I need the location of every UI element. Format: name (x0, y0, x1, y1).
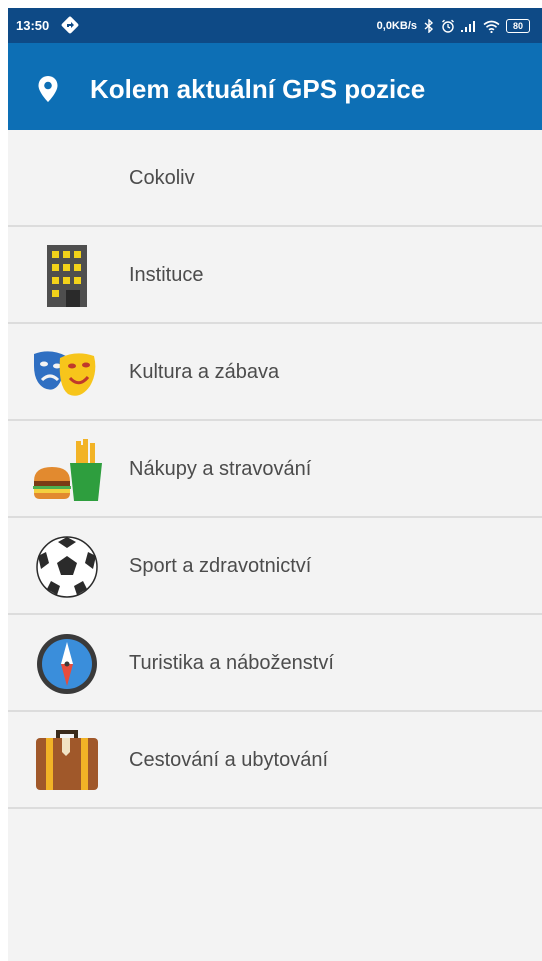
fast-food-icon (33, 439, 102, 501)
network-speed: 0,0KB/s (376, 20, 417, 32)
status-bar: 13:50 0,0KB/s 80 (8, 8, 542, 43)
category-label: Instituce (129, 264, 204, 286)
battery-icon: 80 (506, 19, 530, 33)
category-item-institutions[interactable]: Instituce (8, 227, 542, 324)
category-item-tourism-religion[interactable]: Turistika a náboženství (8, 615, 542, 712)
suitcase-icon (36, 730, 98, 790)
app-header: Kolem aktuální GPS pozice (8, 43, 542, 130)
wifi-icon (483, 20, 500, 33)
location-pin-icon (38, 76, 58, 102)
status-time: 13:50 (16, 18, 50, 33)
category-item-sport-health[interactable]: Sport a zdravotnictví (8, 518, 542, 615)
app-screen: 13:50 0,0KB/s 80 Kolem aktuální GPS pozi… (8, 8, 542, 961)
category-item-anything[interactable]: Cokoliv (8, 130, 542, 227)
category-item-travel-accommodation[interactable]: Cestování a ubytování (8, 712, 542, 809)
bluetooth-icon (424, 19, 434, 33)
compass-icon (37, 634, 97, 694)
page-title: Kolem aktuální GPS pozice (90, 74, 426, 104)
battery-level: 80 (512, 21, 523, 31)
soccer-ball-icon (36, 536, 98, 598)
building-icon (47, 245, 87, 307)
category-label: Turistika a náboženství (129, 652, 334, 674)
category-list: Cokoliv Instituce Kultura a zábava Nákup… (8, 130, 542, 809)
category-item-culture[interactable]: Kultura a zábava (8, 324, 542, 421)
alarm-icon (442, 19, 454, 33)
category-label: Cokoliv (129, 167, 195, 189)
category-label: Kultura a zábava (129, 361, 280, 383)
category-label: Sport a zdravotnictví (129, 555, 312, 577)
signal-icon (461, 21, 475, 32)
theater-masks-icon (34, 351, 96, 396)
category-label: Cestování a ubytování (129, 749, 329, 771)
category-item-shopping-food[interactable]: Nákupy a stravování (8, 421, 542, 518)
navigation-icon (61, 16, 79, 34)
status-icons: 0,0KB/s 80 (377, 17, 530, 35)
category-label: Nákupy a stravování (129, 458, 312, 480)
